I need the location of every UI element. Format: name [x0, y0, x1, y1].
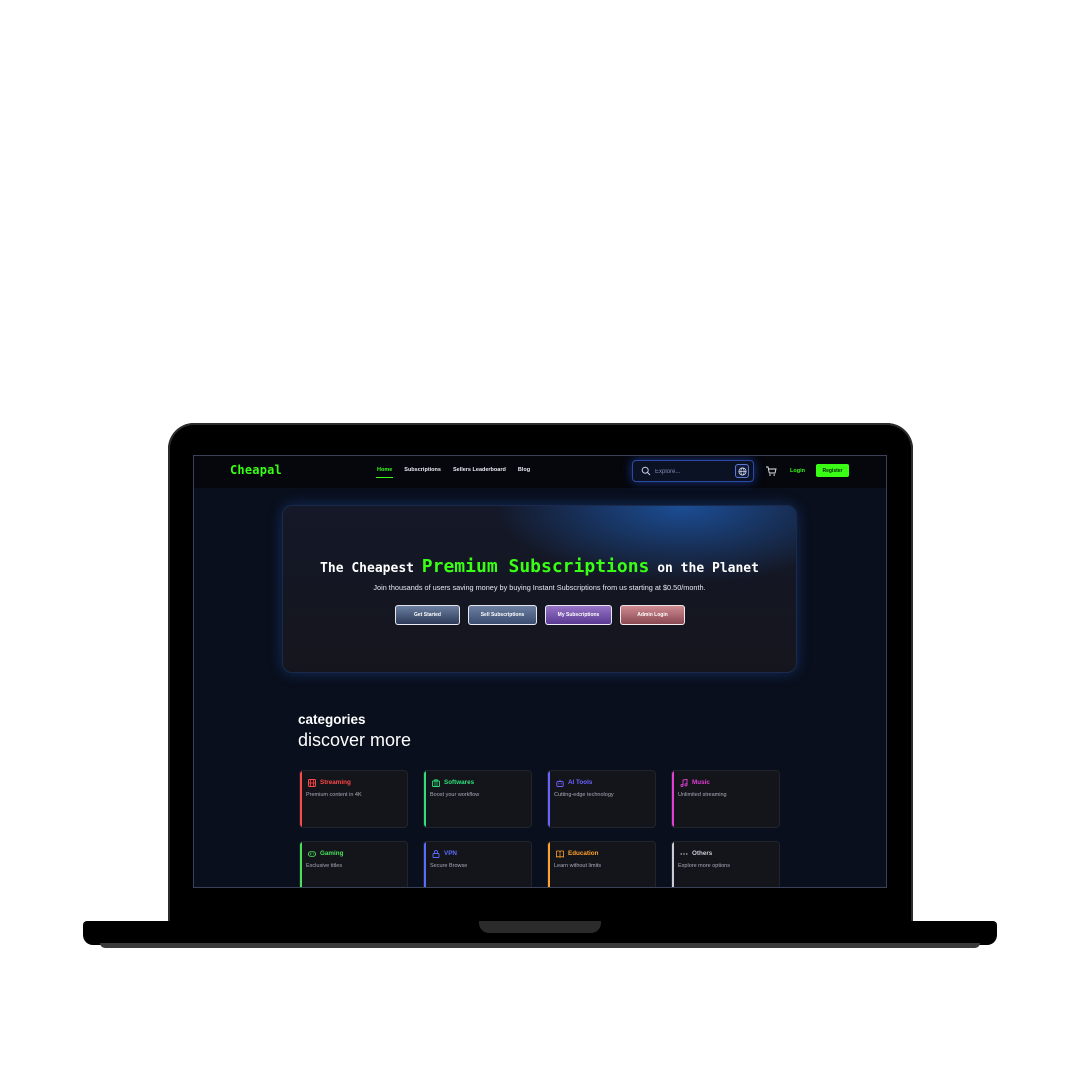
card-accent-bar: [300, 771, 302, 827]
nav-link-home[interactable]: Home: [375, 467, 394, 478]
category-card-streaming[interactable]: Streaming Premium content in 4K: [299, 770, 408, 828]
globe-icon: [738, 467, 746, 475]
briefcase-icon: [432, 779, 440, 787]
category-title: AI Tools: [568, 779, 593, 786]
laptop-base-shadow: [100, 943, 980, 948]
category-title: Music: [692, 779, 710, 786]
category-title: Education: [568, 850, 599, 857]
categories-heading: categories: [298, 712, 366, 727]
cart-icon[interactable]: [765, 465, 777, 477]
category-description: Boost your workflow: [430, 792, 480, 798]
nav-link-sellers-leaderboard[interactable]: Sellers Leaderboard: [453, 467, 506, 473]
category-title: VPN: [444, 850, 457, 857]
category-card-music[interactable]: Music Unlimited streaming: [671, 770, 780, 828]
categories-subheading: discover more: [298, 730, 412, 750]
lock-icon: [432, 850, 440, 858]
my-subscriptions-button[interactable]: My Subscriptions: [545, 605, 612, 625]
search-icon: [641, 466, 651, 476]
gamepad-icon: [308, 851, 316, 857]
logo[interactable]: Cheapal: [230, 463, 282, 477]
category-title: Gaming: [320, 850, 344, 857]
category-title: Softwares: [444, 779, 475, 786]
hero-subtitle: Join thousands of users saving money by …: [373, 583, 706, 592]
category-description: Unlimited streaming: [678, 792, 727, 798]
category-card-others[interactable]: Others Explore more options: [671, 841, 780, 887]
film-icon: [308, 779, 316, 787]
register-button[interactable]: Register: [816, 464, 849, 477]
laptop-notch: [479, 921, 601, 933]
category-description: Learn without limits: [554, 863, 602, 869]
hero-title-highlight: Premium Subscriptions: [421, 556, 650, 577]
hero-title: The Cheapest Premium Subscriptions on th…: [283, 556, 796, 577]
category-description: Cutting-edge technology: [554, 792, 614, 798]
hero-banner: The Cheapest Premium Subscriptions on th…: [282, 505, 797, 673]
search-box: [632, 460, 754, 482]
browser-screen: Cheapal Home Subscriptions Sellers Leade…: [193, 455, 887, 888]
book-icon: [556, 850, 564, 858]
language-button[interactable]: [735, 464, 749, 478]
search-input[interactable]: [655, 466, 725, 477]
card-accent-bar: [424, 842, 426, 887]
music-note-icon: [680, 779, 688, 787]
category-title: Others: [692, 850, 713, 857]
get-started-button[interactable]: Get Started: [395, 605, 460, 625]
category-card-ai-tools[interactable]: AI Tools Cutting-edge technology: [547, 770, 656, 828]
nav-links: Home Subscriptions Sellers Leaderboard B…: [375, 467, 530, 478]
category-card-vpn[interactable]: VPN Secure Browse: [423, 841, 532, 887]
card-accent-bar: [672, 842, 674, 887]
category-description: Secure Browse: [430, 863, 468, 869]
nav-link-subscriptions[interactable]: Subscriptions: [404, 467, 441, 473]
card-accent-bar: [548, 842, 550, 887]
hero-title-prefix: The Cheapest: [320, 561, 414, 576]
ellipsis-icon: [680, 853, 688, 855]
category-description: Exclusive titles: [306, 863, 343, 869]
card-accent-bar: [548, 771, 550, 827]
category-description: Premium content in 4K: [306, 792, 362, 798]
login-link[interactable]: Login: [790, 468, 805, 474]
card-accent-bar: [300, 842, 302, 887]
sell-subscriptions-button[interactable]: Sell Subscriptions: [468, 605, 537, 625]
hero-title-suffix: on the Planet: [657, 561, 759, 576]
category-card-softwares[interactable]: Softwares Boost your workflow: [423, 770, 532, 828]
nav-link-blog[interactable]: Blog: [518, 467, 530, 473]
category-description: Explore more options: [678, 863, 730, 869]
card-accent-bar: [672, 771, 674, 827]
category-card-education[interactable]: Education Learn without limits: [547, 841, 656, 887]
hero-buttons: Get Started Sell Subscriptions My Subscr…: [395, 605, 685, 625]
category-card-gaming[interactable]: Gaming Exclusive titles: [299, 841, 408, 887]
admin-login-button[interactable]: Admin Login: [620, 605, 685, 625]
category-title: Streaming: [320, 779, 351, 786]
card-accent-bar: [424, 771, 426, 827]
robot-icon: [556, 779, 564, 787]
navbar: Cheapal Home Subscriptions Sellers Leade…: [194, 456, 886, 488]
